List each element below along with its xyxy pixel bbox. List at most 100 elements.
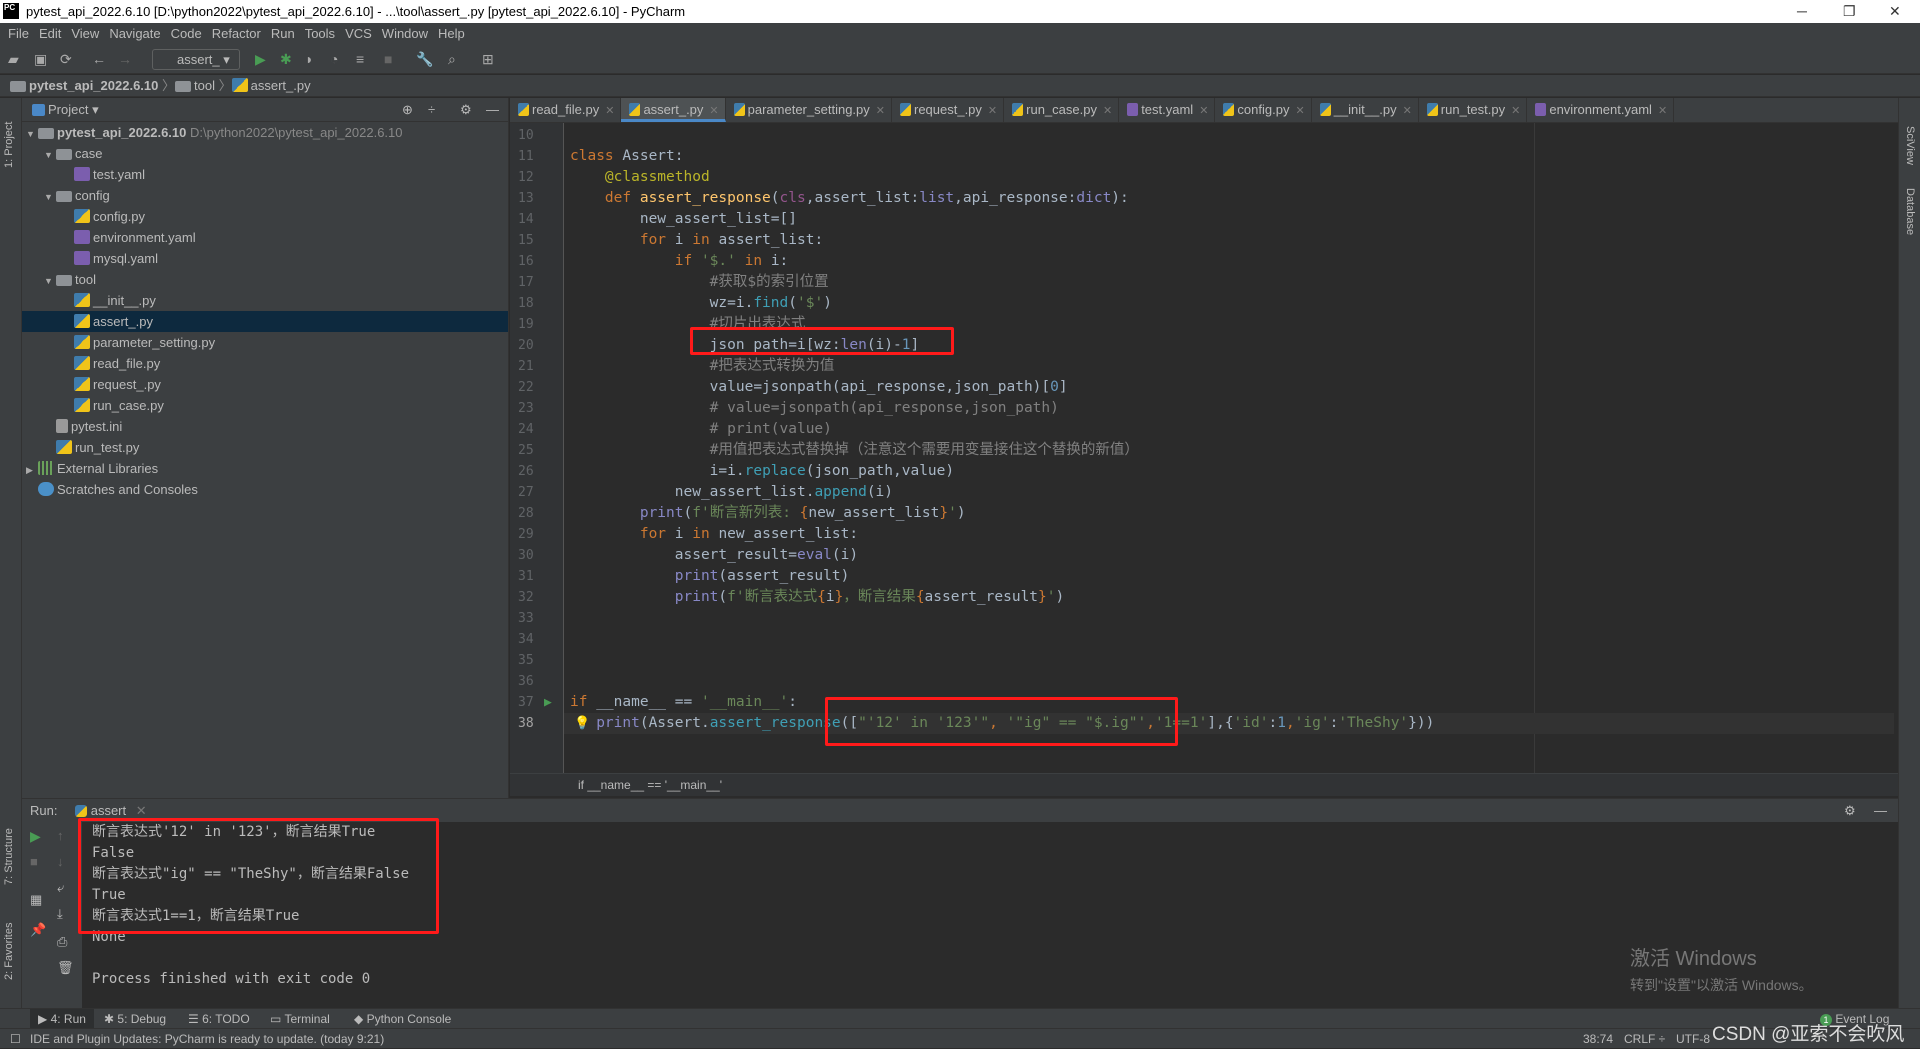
tab-debug[interactable]: ✱ 5: Debug [104,1009,166,1029]
run-icon[interactable]: ▶ [255,51,266,68]
stop-icon[interactable]: ■ [384,51,392,67]
close-run-tab-icon[interactable]: ✕ [136,803,147,818]
search-icon[interactable]: ⌕ [448,51,456,68]
close-tab-icon[interactable]: ✕ [876,105,885,117]
favorites-tool-button[interactable]: 2: Favorites [3,923,15,980]
trash-icon[interactable]: 🗑 [57,960,74,976]
project-tool-button[interactable]: 1: Project [3,122,15,168]
tab-assert-py[interactable]: assert_.py ✕ [621,98,726,122]
close-tab-icon[interactable]: ✕ [605,105,614,117]
close-tab-icon[interactable]: ✕ [1511,105,1520,117]
gear-icon[interactable]: ⚙ [1844,799,1856,823]
close-tab-icon[interactable]: ✕ [988,105,997,117]
tree-item[interactable]: ▼ case [22,143,508,164]
tab-python-console[interactable]: ◆ Python Console [354,1009,451,1029]
tab-config-py[interactable]: config.py ✕ [1215,98,1312,122]
menu-vcs[interactable]: VCS [345,26,372,41]
tree-item[interactable]: mysql.yaml [22,248,508,269]
tab-read-file-py[interactable]: read_file.py ✕ [510,98,622,122]
tree-item[interactable]: run_test.py [22,437,508,458]
breadcrumb-file[interactable]: assert_.py [251,78,311,93]
chevron-down-icon[interactable]: ▾ [92,102,99,117]
tree-item[interactable]: parameter_setting.py [22,332,508,353]
save-icon[interactable]: ▣ [34,51,47,68]
editor-breadcrumb[interactable]: if __name__ == '__main__' [510,773,1898,796]
close-tab-icon[interactable]: ✕ [709,105,718,117]
chevron-down-icon[interactable]: ▼ [44,187,56,208]
code-editor[interactable]: 10 11 12 13 14 15 16 17 18 19 20 21 22 23 24 25 26 27 28 29… [510,123,1898,796]
lightbulb-icon[interactable]: 💡 [574,713,590,734]
tree-item[interactable]: request_.py [22,374,508,395]
up-arrow-icon[interactable]: ↑ [57,828,64,843]
close-tab-icon[interactable]: ✕ [1295,105,1304,117]
tab-request-py[interactable]: request_.py ✕ [892,98,1005,122]
tab-run[interactable]: ▶ 4: Run [30,1009,94,1029]
tab-run-test-py[interactable]: run_test.py ✕ [1419,98,1528,122]
profile-icon[interactable]: ◔ [330,51,338,67]
print-icon[interactable]: ⎙ [57,934,67,950]
tree-item[interactable]: ▼ tool [22,269,508,290]
chevron-down-icon[interactable]: ▼ [26,124,38,145]
close-button[interactable]: ✕ [1889,0,1901,23]
line-separator[interactable]: CRLF ÷ [1624,1029,1665,1049]
structure-tool-button[interactable]: 7: Structure [3,828,15,885]
tab-test-yaml[interactable]: test.yaml ✕ [1119,98,1216,122]
down-arrow-icon[interactable]: ↓ [57,854,64,869]
tab-environment-yaml[interactable]: environment.yaml ✕ [1527,98,1675,122]
tab-terminal[interactable]: ▭ Terminal [270,1009,330,1029]
tree-item[interactable]: pytest.ini [22,416,508,437]
caret-position[interactable]: 38:74 [1583,1029,1613,1049]
locate-icon[interactable]: ⊕ [402,98,413,122]
open-folder-icon[interactable]: ▰ [8,51,19,68]
sync-icon[interactable]: ⟳ [60,51,72,68]
coverage-icon[interactable]: ◗ [305,51,313,67]
chevron-right-icon[interactable]: ▶ [26,460,38,481]
breadcrumb-project[interactable]: pytest_api_2022.6.10 [29,78,158,93]
pin-icon[interactable]: 📌 [30,922,46,938]
menu-view[interactable]: View [71,26,99,41]
menu-edit[interactable]: Edit [39,26,61,41]
hide-icon[interactable]: — [486,98,499,122]
database-tool-button[interactable]: Database [1904,188,1916,235]
restore-button[interactable]: ❐ [1843,0,1856,23]
menu-code[interactable]: Code [171,26,202,41]
close-tab-icon[interactable]: ✕ [1658,105,1667,117]
collapse-icon[interactable]: ÷ [428,98,435,122]
close-tab-icon[interactable]: ✕ [1403,105,1412,117]
close-tab-icon[interactable]: ✕ [1103,105,1112,117]
concurrency-icon[interactable]: ≡ [356,51,364,67]
tree-item[interactable]: run_case.py [22,395,508,416]
chevron-down-icon[interactable]: ▼ [44,271,56,292]
minimize-panel-icon[interactable]: — [1874,799,1887,823]
menu-run[interactable]: Run [271,26,295,41]
status-toggle-icon[interactable]: ☐ [10,1029,21,1049]
run-tab-assert[interactable]: assert [91,803,126,818]
breadcrumb-tool[interactable]: tool [194,78,215,93]
run-gutter-icon[interactable]: ▶ [544,692,552,713]
scroll-to-end-icon[interactable]: ⤓ [57,906,63,922]
menu-navigate[interactable]: Navigate [109,26,160,41]
tab-run-case-py[interactable]: run_case.py ✕ [1004,98,1120,122]
menu-tools[interactable]: Tools [305,26,335,41]
run-console[interactable]: 断言表达式'12' in '123'，断言结果True False 断言表达式"… [78,818,1898,1008]
stop-icon[interactable]: ■ [30,854,38,869]
encoding[interactable]: UTF-8 [1676,1029,1710,1049]
tree-item[interactable]: assert_.py [22,311,508,332]
vcs-icon[interactable]: ⊞ [482,51,494,68]
sciview-tool-button[interactable]: SciView [1904,126,1916,165]
project-panel-title[interactable]: Project [48,102,88,117]
tree-item[interactable]: ▼ config [22,185,508,206]
close-tab-icon[interactable]: ✕ [1199,105,1208,117]
back-icon[interactable]: ← [92,51,106,67]
tree-item[interactable]: __init__.py [22,290,508,311]
menu-help[interactable]: Help [438,26,465,41]
rerun-icon[interactable]: ▶ [30,828,41,845]
menu-file[interactable]: File [8,26,29,41]
tree-item[interactable]: read_file.py [22,353,508,374]
tree-item[interactable]: Scratches and Consoles [22,479,508,500]
status-message[interactable]: IDE and Plugin Updates: PyCharm is ready… [30,1029,384,1049]
tree-item[interactable]: config.py [22,206,508,227]
menu-refactor[interactable]: Refactor [212,26,261,41]
debug-icon[interactable]: ✱ [280,51,292,68]
tab-parameter-setting-py[interactable]: parameter_setting.py ✕ [726,98,892,122]
